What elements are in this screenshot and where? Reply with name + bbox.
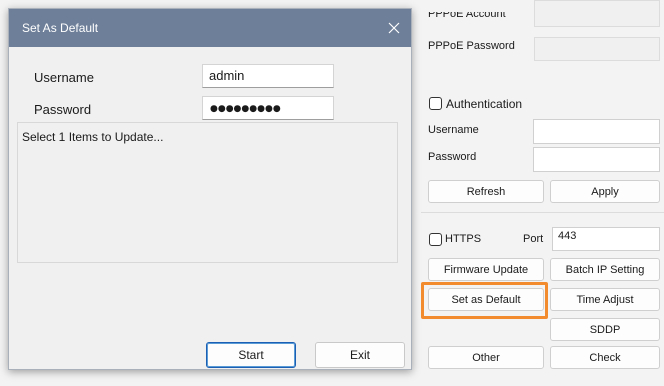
firmware-update-button[interactable]: Firmware Update: [428, 258, 544, 281]
authentication-checkbox[interactable]: [429, 97, 442, 110]
other-button[interactable]: Other: [428, 346, 544, 369]
pppoe-password-input[interactable]: [534, 37, 660, 61]
pppoe-account-label: PPPoE Account: [428, 8, 506, 20]
auth-password-input[interactable]: [533, 147, 660, 172]
refresh-button[interactable]: Refresh: [428, 180, 544, 203]
port-label: Port: [523, 233, 544, 245]
sddp-button[interactable]: SDDP: [550, 318, 660, 341]
dialog-titlebar[interactable]: Set As Default: [9, 9, 411, 47]
username-input[interactable]: admin: [202, 64, 334, 88]
set-as-default-highlight: [421, 282, 548, 319]
auth-password-label: Password: [428, 151, 477, 163]
pppoe-account-input[interactable]: [534, 0, 660, 27]
auth-username-input[interactable]: [533, 119, 660, 144]
auth-username-label: Username: [428, 124, 479, 136]
close-icon[interactable]: [385, 19, 403, 37]
password-label: Password: [34, 102, 92, 117]
set-as-default-dialog: Set As Default Username admin Password ●…: [8, 8, 412, 370]
check-button[interactable]: Check: [550, 346, 660, 369]
apply-button[interactable]: Apply: [550, 180, 660, 203]
authentication-label: Authentication: [446, 97, 523, 111]
exit-button[interactable]: Exit: [315, 342, 405, 368]
https-checkbox[interactable]: [429, 233, 442, 246]
https-label: HTTPS: [445, 233, 482, 245]
port-input[interactable]: 443: [552, 227, 660, 251]
username-label: Username: [34, 70, 94, 85]
dialog-title: Set As Default: [22, 21, 99, 35]
port-value: 443: [558, 230, 577, 242]
time-adjust-button[interactable]: Time Adjust: [550, 288, 660, 311]
batch-ip-setting-button[interactable]: Batch IP Setting: [550, 258, 660, 281]
pppoe-password-label: PPPoE Password: [428, 40, 515, 52]
username-value: admin: [209, 68, 245, 83]
update-status-message: Select 1 Items to Update...: [22, 130, 164, 144]
update-status-area: Select 1 Items to Update...: [17, 122, 398, 263]
password-mask: ●●●●●●●●●: [210, 104, 281, 114]
start-button[interactable]: Start: [206, 342, 296, 368]
password-input[interactable]: ●●●●●●●●●: [202, 96, 334, 120]
section-divider: [421, 212, 664, 213]
